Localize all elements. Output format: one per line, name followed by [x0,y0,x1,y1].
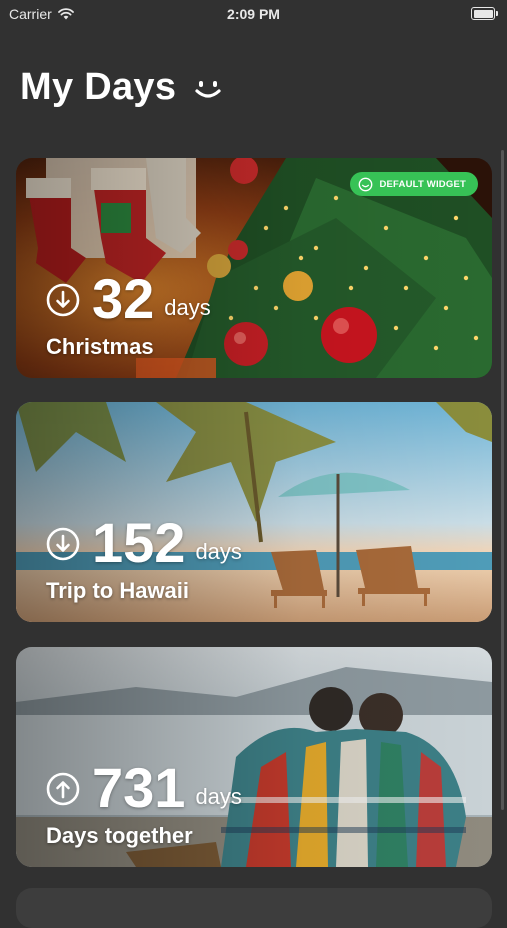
countdown: 152 days [46,515,242,571]
arrow-up-circle-icon [46,772,80,806]
default-widget-badge[interactable]: DEFAULT WIDGET [350,172,478,196]
event-name: Christmas [46,334,154,359]
day-count: 32 [92,267,155,330]
page-title: My Days [20,66,177,108]
day-unit: days [164,295,211,320]
scroll-indicator[interactable] [501,150,504,810]
smile-icon[interactable] [194,79,222,101]
page-header: My Days [20,66,222,109]
event-name: Trip to Hawaii [46,578,190,603]
countdown: 731 days [46,760,242,816]
status-time: 2:09 PM [227,6,280,22]
battery-icon [471,7,498,20]
smile-circle-icon [359,177,373,191]
day-count: 152 [92,511,186,574]
event-card-christmas[interactable]: DEFAULT WIDGET 32 days Christmas [16,158,492,378]
arrow-down-circle-icon [46,527,80,561]
event-name: Days together [46,823,193,848]
event-card-partial[interactable] [16,888,492,928]
day-unit: days [195,539,242,564]
day-unit: days [195,784,242,809]
badge-label: DEFAULT WIDGET [379,178,466,190]
status-bar: Carrier 2:09 PM [0,0,507,30]
event-card-hawaii[interactable]: 152 days Trip to Hawaii [16,402,492,622]
event-card-together[interactable]: 731 days Days together [16,647,492,867]
day-count: 731 [92,756,186,819]
countdown: 32 days [46,271,211,327]
arrow-down-circle-icon [46,283,80,317]
